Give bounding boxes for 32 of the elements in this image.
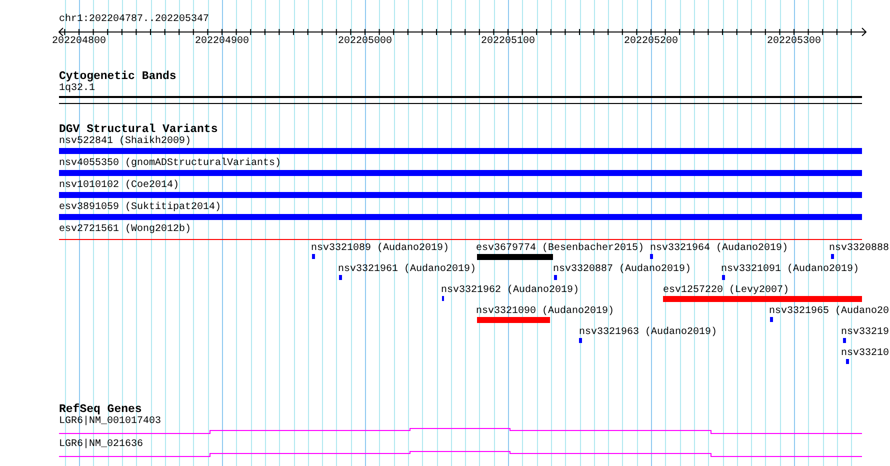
variant-label: esv3891059 (Suktitipat2014) bbox=[59, 202, 222, 213]
variant-label: nsv33219 bbox=[841, 327, 890, 338]
ruler-label: 202205300 bbox=[767, 36, 821, 48]
ruler-label: 202204800 bbox=[52, 36, 106, 48]
variant-label: esv1257220 (Levy2007) bbox=[663, 285, 790, 296]
variant-label: nsv3321965 (Audano20 bbox=[769, 306, 890, 317]
ruler-label: 202205100 bbox=[481, 36, 535, 48]
variant-label: nsv33210 bbox=[841, 348, 890, 359]
variant-label: nsv3321090 (Audano2019) bbox=[476, 306, 614, 317]
track-title: RefSeq Genes bbox=[59, 403, 142, 416]
variant-label: nsv3320887 (Audano2019) bbox=[553, 264, 692, 275]
ruler-label: 202205000 bbox=[338, 36, 392, 48]
variant-label: esv3679774 (Besenbacher2015) bbox=[476, 243, 644, 254]
variant-label: nsv4055350 (gnomADStructuralVariants) bbox=[59, 158, 282, 169]
band-label: 1q32.1 bbox=[59, 83, 96, 94]
gene-label: LGR6|NM_021636 bbox=[59, 439, 144, 450]
variant-label: nsv3321091 (Audano2019) bbox=[721, 264, 860, 275]
variant-label: esv2721561 (Wong2012b) bbox=[59, 224, 192, 235]
gene-label: LGR6|NM_001017403 bbox=[59, 416, 162, 427]
variant-label: nsv1010102 (Coe2014) bbox=[59, 180, 180, 191]
variant-label: nsv3321963 (Audano2019) bbox=[579, 327, 718, 338]
variant-label: nsv3321962 (Audano2019) bbox=[441, 285, 580, 296]
location-label: chr1:202204787..202205347 bbox=[59, 14, 210, 26]
variant-label: nsv3321964 (Audano2019) bbox=[650, 243, 788, 254]
ruler-label: 202205200 bbox=[624, 36, 678, 48]
variant-label: nsv3321089 (Audano2019) bbox=[311, 243, 450, 254]
ruler-label: 202204900 bbox=[195, 36, 249, 48]
track-title: Cytogenetic Bands bbox=[59, 70, 176, 83]
variant-label: nsv3321961 (Audano2019) bbox=[338, 264, 476, 275]
variant-label: nsv522841 (Shaikh2009) bbox=[59, 136, 192, 147]
variant-label: nsv3320888 bbox=[829, 243, 890, 254]
track-title: DGV Structural Variants bbox=[59, 123, 218, 136]
